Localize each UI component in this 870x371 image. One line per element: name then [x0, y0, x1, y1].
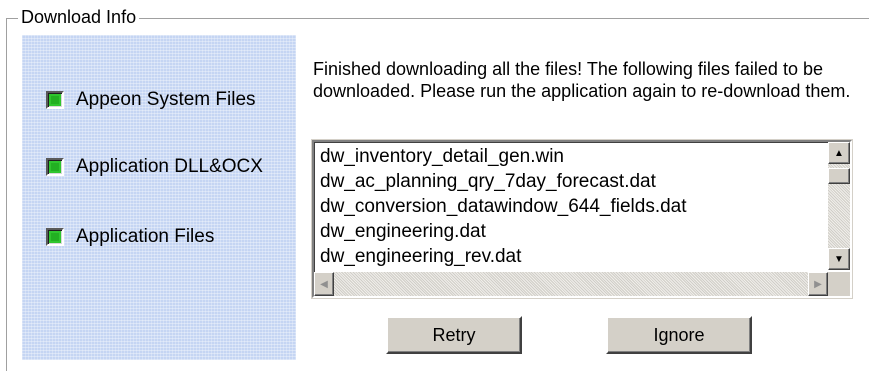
status-item-label: Appeon System Files: [76, 89, 256, 110]
status-item-application-dll-ocx: Application DLL&OCX: [46, 156, 263, 178]
status-item-label: Application DLL&OCX: [76, 156, 263, 177]
retry-button[interactable]: Retry: [386, 316, 522, 354]
list-item[interactable]: dw_ac_planning_qry_7day_forecast.dat: [320, 169, 822, 194]
ignore-button[interactable]: Ignore: [606, 316, 752, 354]
complete-indicator-icon: [46, 228, 64, 246]
list-item[interactable]: dw_conversion_datawindow_644_fields.dat: [320, 194, 822, 219]
scroll-left-button[interactable]: ◀: [314, 272, 334, 296]
list-item[interactable]: dw_engineering_rev.dat: [320, 244, 822, 269]
arrow-down-icon: ▼: [834, 253, 844, 265]
scrollbar-corner: [828, 272, 850, 296]
failed-files-listbox[interactable]: dw_inventory_detail_gen.win dw_ac_planni…: [312, 140, 852, 298]
arrow-left-icon: ◀: [320, 278, 328, 290]
list-item[interactable]: dw_engineering.dat: [320, 219, 822, 244]
vertical-scroll-thumb[interactable]: [828, 168, 850, 184]
scroll-down-button[interactable]: ▼: [828, 248, 850, 270]
groupbox-title: Download Info: [18, 5, 140, 29]
horizontal-scrollbar[interactable]: ◀ ▶: [314, 272, 828, 296]
status-item-appeon-system-files: Appeon System Files: [46, 89, 256, 111]
download-status-panel: Appeon System Files Application DLL&OCX …: [22, 35, 296, 360]
arrow-right-icon: ▶: [814, 278, 822, 290]
scroll-right-button[interactable]: ▶: [808, 272, 828, 296]
download-message: Finished downloading all the files! The …: [313, 59, 851, 101]
status-item-application-files: Application Files: [46, 226, 214, 248]
list-item[interactable]: dw_inventory_detail_gen.win: [320, 144, 822, 169]
scroll-up-button[interactable]: ▲: [828, 142, 850, 164]
vertical-scrollbar[interactable]: ▲ ▼: [828, 142, 850, 270]
failed-files-list: dw_inventory_detail_gen.win dw_ac_planni…: [320, 144, 822, 269]
status-item-label: Application Files: [76, 226, 215, 247]
complete-indicator-icon: [46, 158, 64, 176]
complete-indicator-icon: [46, 91, 64, 109]
arrow-up-icon: ▲: [834, 147, 844, 159]
